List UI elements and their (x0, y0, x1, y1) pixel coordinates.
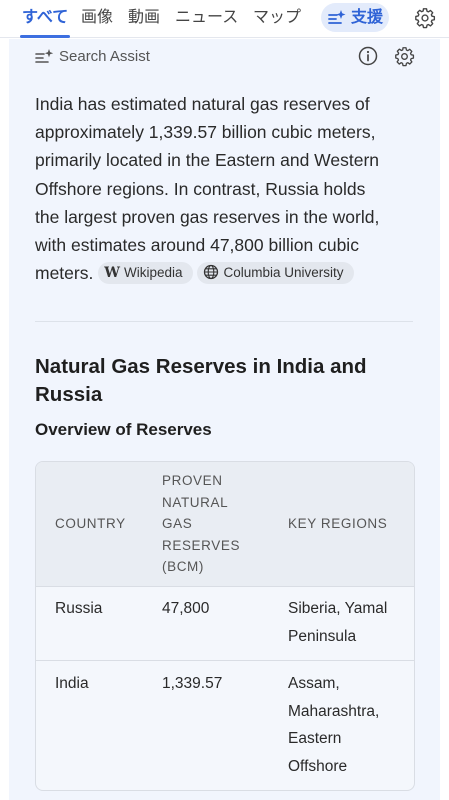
section-divider (35, 321, 413, 322)
answer-last-line: meters. W Wikipedia Columbia University (35, 259, 415, 287)
cell-country: India (55, 675, 89, 692)
tab-news[interactable]: ニュース (175, 7, 238, 27)
cell-regions: Assam, Maharashtra, Eastern Offshore (288, 670, 410, 780)
cell-reserves: 1,339.57 (162, 675, 223, 692)
table-header: COUNTRY PROVEN NATURAL GAS RESERVES (BCM… (36, 462, 414, 587)
column-header-regions: KEY REGIONS (288, 516, 388, 531)
answer-text: India has estimated natural gas reserves… (35, 90, 415, 287)
globe-icon (203, 265, 218, 280)
active-tab-indicator (20, 35, 70, 38)
tab-videos[interactable]: 動画 (128, 7, 160, 27)
cell-regions: Siberia, Yamal Peninsula (288, 595, 410, 650)
header-line: GAS (162, 516, 193, 531)
cell-country: Russia (55, 600, 103, 617)
row-divider (36, 660, 414, 661)
tab-assist[interactable]: 支援 (321, 3, 389, 32)
answer-line: the largest proven gas reserves in the w… (35, 206, 380, 227)
sparkle-list-icon (328, 10, 346, 24)
region-line: Eastern (288, 730, 342, 747)
region-line: Peninsula (288, 627, 357, 645)
answer-line: approximately 1,339.57 billion cubic met… (35, 122, 376, 143)
answer-line: Offshore regions. In contrast, Russia ho… (35, 178, 366, 199)
gear-icon[interactable] (414, 7, 436, 29)
column-header-reserves: PROVEN NATURAL GAS RESERVES (BCM) (162, 470, 252, 578)
source-chip-wikipedia[interactable]: W Wikipedia (98, 262, 193, 285)
region-line: Assam, (288, 675, 340, 692)
source-chip-columbia[interactable]: Columbia University (196, 262, 354, 285)
header-line: (BCM) (162, 559, 204, 574)
answer-line: India has estimated natural gas reserves… (35, 94, 370, 114)
settings-icon[interactable] (394, 46, 415, 67)
column-header-country: COUNTRY (55, 516, 126, 531)
top-nav: すべて 画像 動画 ニュース マップ 支援 (0, 0, 449, 38)
sparkle-list-icon (35, 49, 54, 63)
region-line: Maharashtra, (288, 702, 380, 720)
header-line: PROVEN (162, 473, 223, 488)
tab-all[interactable]: すべて (22, 7, 68, 27)
answer-line: primarily located in the Eastern and Wes… (35, 150, 380, 171)
section-title: Natural Gas Reserves in India and Russia (35, 355, 367, 406)
region-line: Siberia, Yamal (288, 600, 388, 617)
source-chip-label: Columbia University (223, 265, 344, 281)
info-icon[interactable] (358, 46, 378, 66)
header-line: NATURAL (162, 494, 229, 510)
source-chip-label: Wikipedia (123, 265, 183, 281)
header-line: RESERVES (162, 537, 241, 553)
wikipedia-icon: W (104, 265, 120, 282)
tab-images[interactable]: 画像 (81, 7, 113, 27)
search-assist-title: Search Assist (59, 48, 150, 65)
cell-reserves: 47,800 (162, 600, 210, 617)
answer-line: meters. (35, 263, 94, 284)
tab-maps[interactable]: マップ (253, 7, 301, 27)
answer-line: with estimates around 47,800 billion cub… (35, 235, 359, 256)
subsection-title: Overview of Reserves (35, 420, 212, 439)
reserves-table: COUNTRY PROVEN NATURAL GAS RESERVES (BCM… (35, 461, 415, 791)
tab-assist-label: 支援 (351, 7, 384, 26)
region-line: Offshore (288, 757, 348, 775)
